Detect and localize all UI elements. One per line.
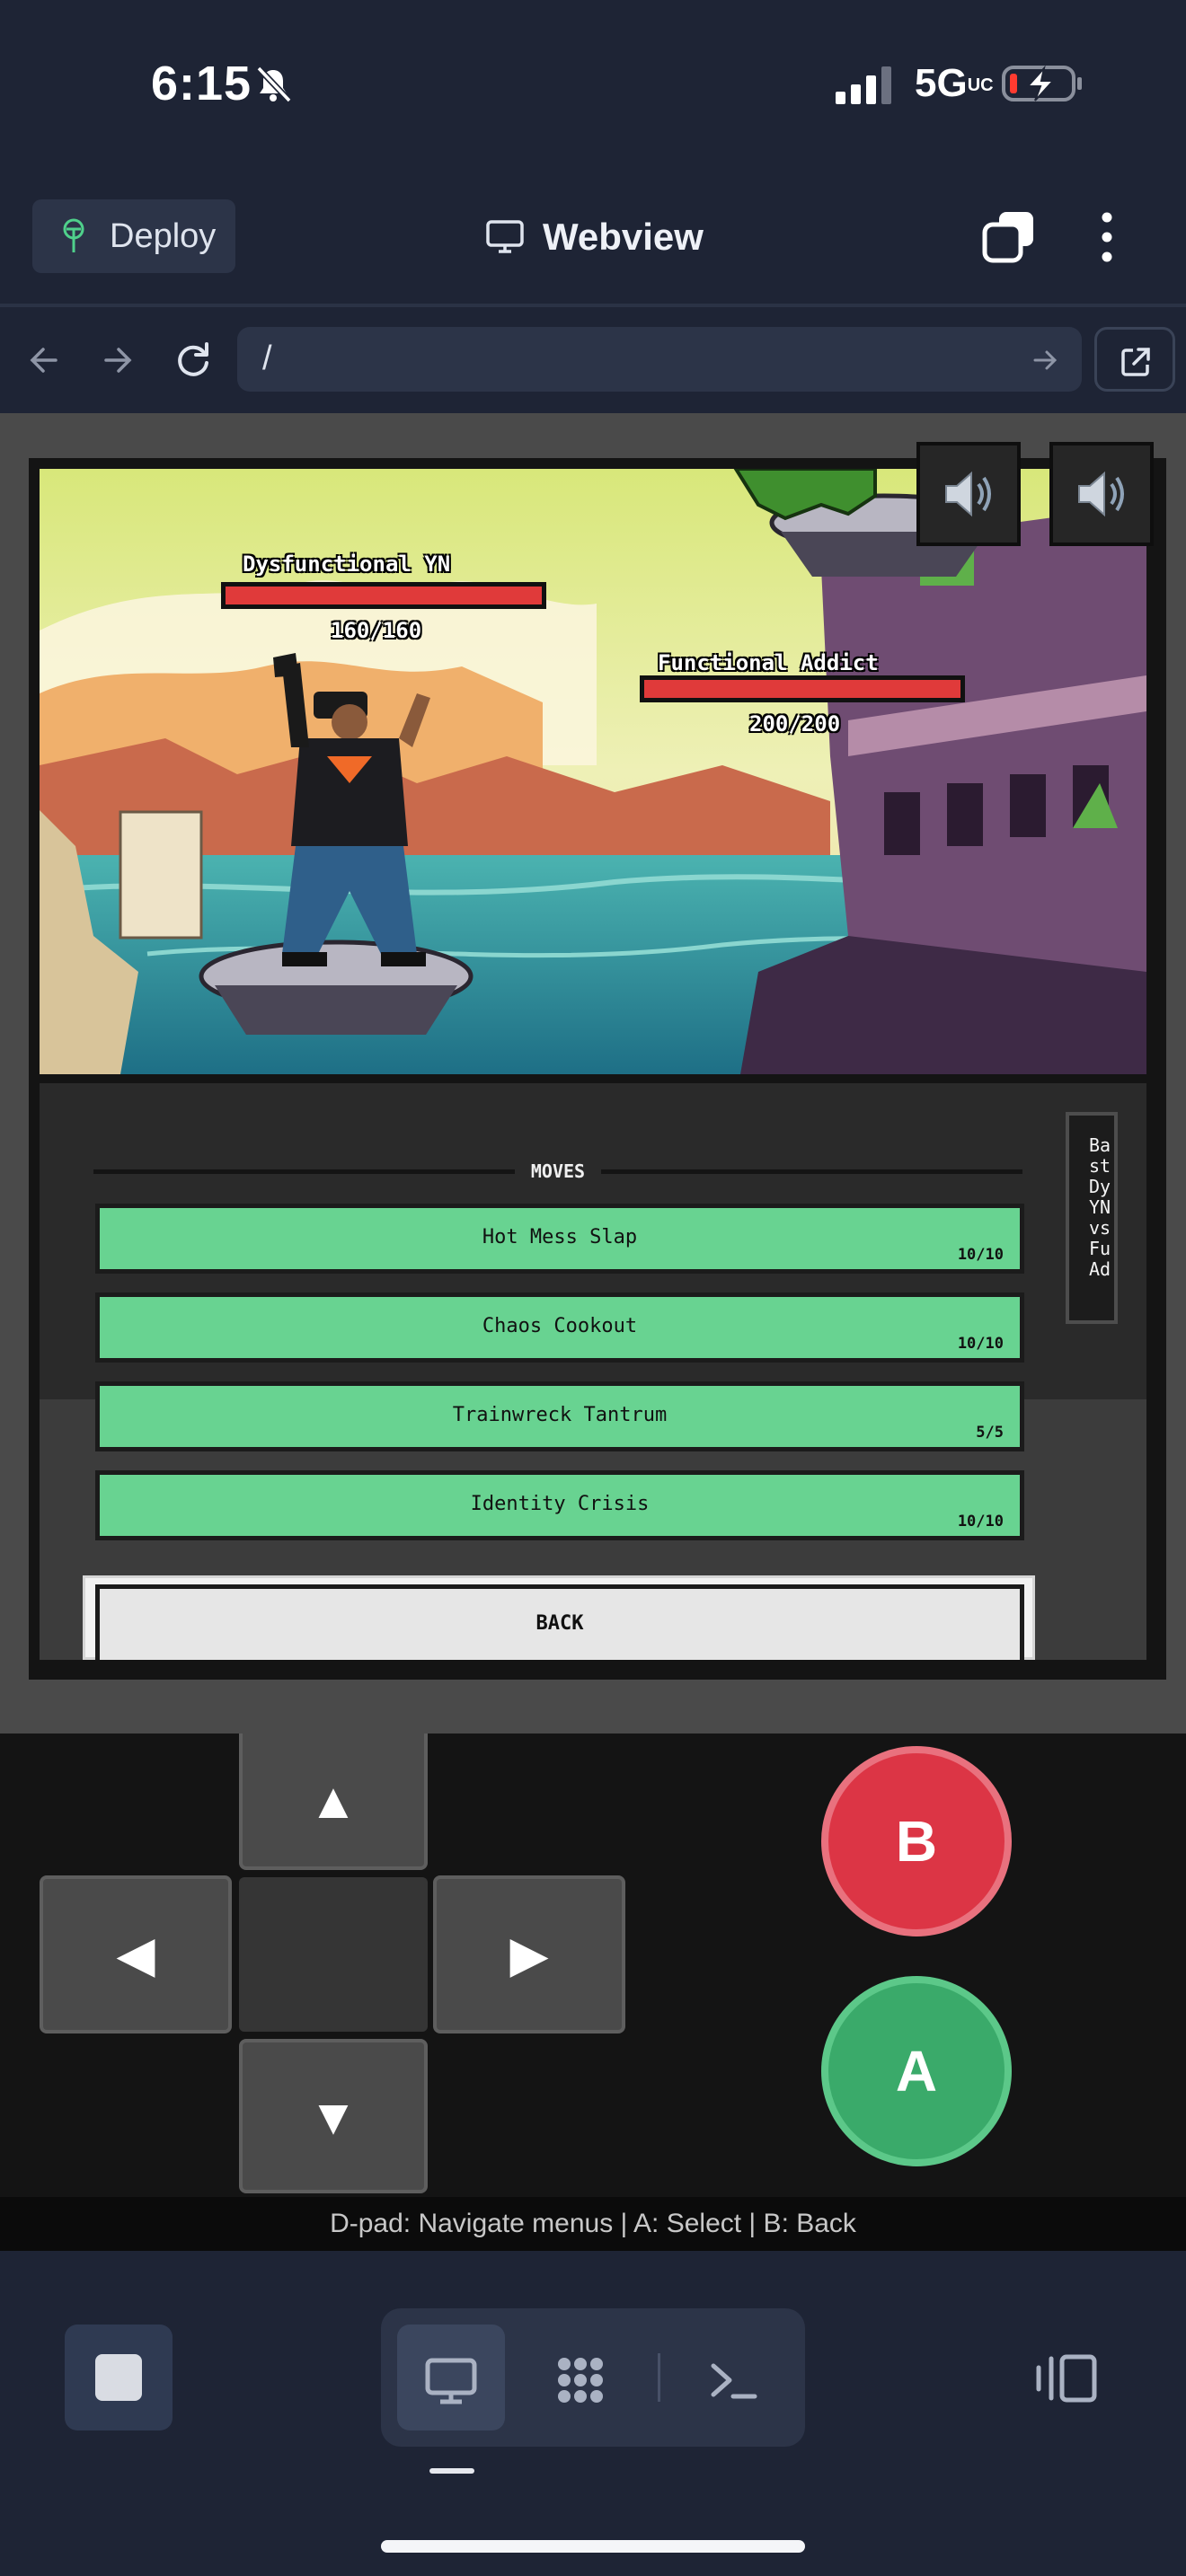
music-sound-button[interactable]: [1049, 442, 1154, 546]
dpad-right-button[interactable]: ▶: [433, 1875, 625, 2033]
opponent-hp-bar: [640, 675, 965, 702]
moves-title: MOVES: [530, 1160, 586, 1182]
forward-arrow-icon[interactable]: [93, 336, 142, 384]
battle-scene: [40, 469, 1146, 1074]
move-pp: 10/10: [957, 1513, 1004, 1531]
url-input[interactable]: /: [237, 327, 1082, 392]
battery-charging-icon: [1002, 65, 1082, 101]
move-pp: 5/5: [976, 1424, 1004, 1442]
network-type: 5GUC: [915, 61, 994, 105]
controls-help-text: D-pad: Navigate menus | A: Select | B: B…: [330, 2209, 856, 2238]
dpad-down-button[interactable]: ▼: [239, 2039, 428, 2193]
back-button[interactable]: BACK: [95, 1584, 1024, 1660]
a-button[interactable]: A: [821, 1976, 1012, 2166]
up-arrow-icon: ▲: [308, 1771, 358, 1829]
right-arrow-icon: ▶: [509, 1926, 549, 1982]
monitor-icon[interactable]: [422, 2351, 480, 2409]
move-name: Trainwreck Tantrum: [452, 1404, 668, 1426]
sound-button[interactable]: [916, 442, 1021, 546]
move-button[interactable]: Hot Mess Slap 10/10: [95, 1204, 1024, 1274]
reload-icon[interactable]: [169, 336, 217, 384]
player-name: Dysfunctional YN: [243, 551, 451, 577]
player-hp-value: 160/160: [331, 618, 422, 643]
back-arrow-icon[interactable]: [20, 336, 68, 384]
go-arrow-icon[interactable]: [1030, 345, 1060, 375]
battle-log: Ba st Dy YN vs Fu Ad: [1066, 1112, 1118, 1324]
switcher-divider: [658, 2353, 660, 2402]
cellular-signal-icon: [836, 66, 891, 104]
left-arrow-icon: ◀: [116, 1926, 155, 1982]
deploy-label: Deploy: [110, 216, 217, 255]
active-tab-indicator: [429, 2468, 474, 2474]
workspace-grid-icon[interactable]: [552, 2351, 609, 2409]
speaker-icon: [945, 471, 991, 517]
more-options-icon[interactable]: [1089, 208, 1125, 266]
opponent-hp-value: 200/200: [749, 711, 841, 737]
battle-log-text: Ba st Dy YN vs Fu Ad: [1089, 1135, 1111, 1280]
down-arrow-icon: ▼: [308, 2087, 358, 2145]
monitor-icon: [486, 220, 524, 253]
header-divider: [0, 304, 1186, 307]
dpad-center: [239, 1877, 428, 2032]
silent-bell-icon: [256, 66, 292, 103]
dpad-left-button[interactable]: ◀: [40, 1875, 232, 2033]
external-link-icon: [1121, 348, 1150, 376]
home-indicator[interactable]: [381, 2540, 805, 2553]
webview-title: Webview: [485, 208, 704, 266]
move-button[interactable]: Trainwreck Tantrum 5/5: [95, 1381, 1024, 1451]
opponent-name: Functional Addict: [658, 650, 879, 675]
b-button[interactable]: B: [821, 1746, 1012, 1936]
page-title: Webview: [543, 216, 704, 258]
move-pp: 10/10: [957, 1246, 1004, 1264]
tabs-icon[interactable]: [981, 208, 1037, 264]
speaker-icon: [1078, 471, 1124, 517]
deploy-button[interactable]: Deploy: [32, 199, 235, 273]
move-button[interactable]: Chaos Cookout 10/10: [95, 1292, 1024, 1363]
stop-button[interactable]: [65, 2325, 173, 2430]
terminal-icon[interactable]: [704, 2351, 762, 2409]
stop-icon: [95, 2354, 142, 2401]
moves-header: MOVES: [93, 1160, 1022, 1182]
url-value: /: [262, 340, 272, 377]
back-label: BACK: [535, 1612, 584, 1635]
open-external-button[interactable]: [1094, 327, 1175, 392]
move-button[interactable]: Identity Crisis 10/10: [95, 1470, 1024, 1540]
controls-help-bar: D-pad: Navigate menus | A: Select | B: B…: [0, 2197, 1186, 2251]
player-hp-bar: [221, 582, 546, 609]
move-name: Hot Mess Slap: [482, 1226, 638, 1248]
move-pp: 10/10: [957, 1335, 1004, 1353]
split-layout-icon[interactable]: [1035, 2351, 1100, 2405]
move-name: Identity Crisis: [470, 1493, 650, 1515]
move-name: Chaos Cookout: [482, 1315, 638, 1337]
deploy-icon: [63, 218, 84, 252]
dpad-up-button[interactable]: ▲: [239, 1734, 428, 1870]
status-time: 6:15: [151, 57, 252, 110]
